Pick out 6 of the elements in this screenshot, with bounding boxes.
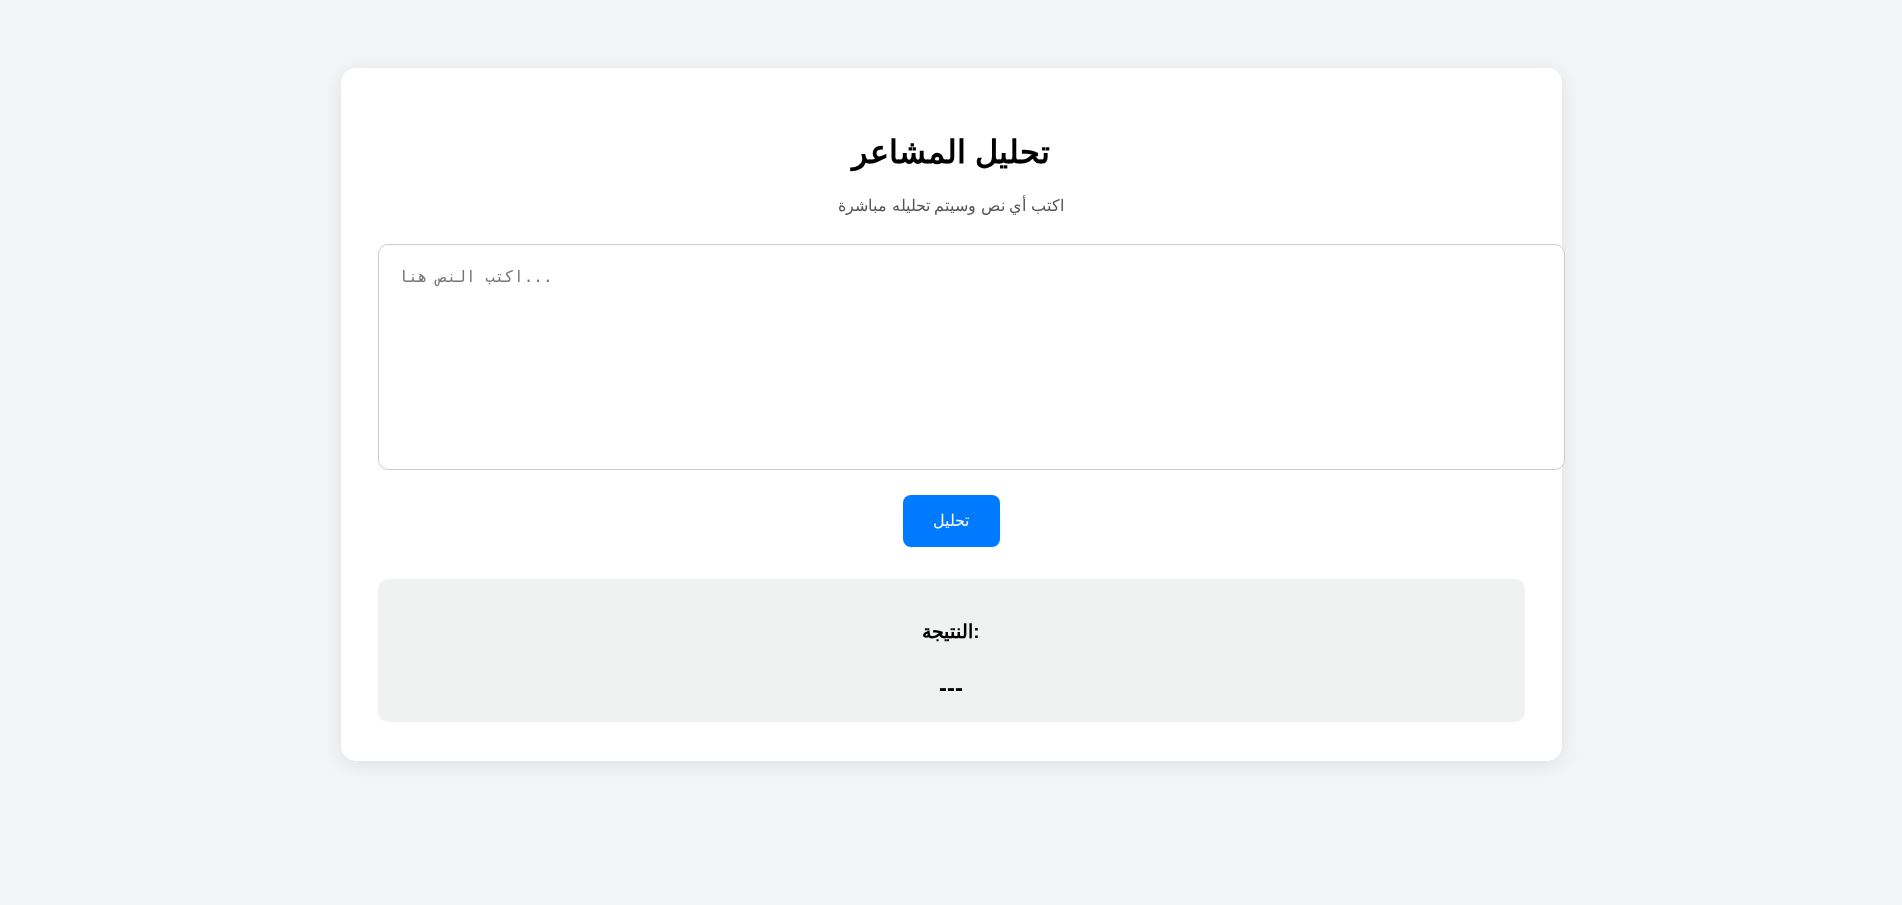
page-subtitle: اكتب أي نص وسيتم تحليله مباشرة [838, 196, 1064, 215]
result-heading: النتيجة: [922, 621, 980, 643]
text-input-field[interactable]: اكتب النص هنا... [377, 244, 1565, 470]
analyze-button[interactable]: تحليل [902, 495, 1000, 547]
page-title: تحليل المشاعر [852, 134, 1050, 171]
result-value: --- [939, 674, 963, 702]
